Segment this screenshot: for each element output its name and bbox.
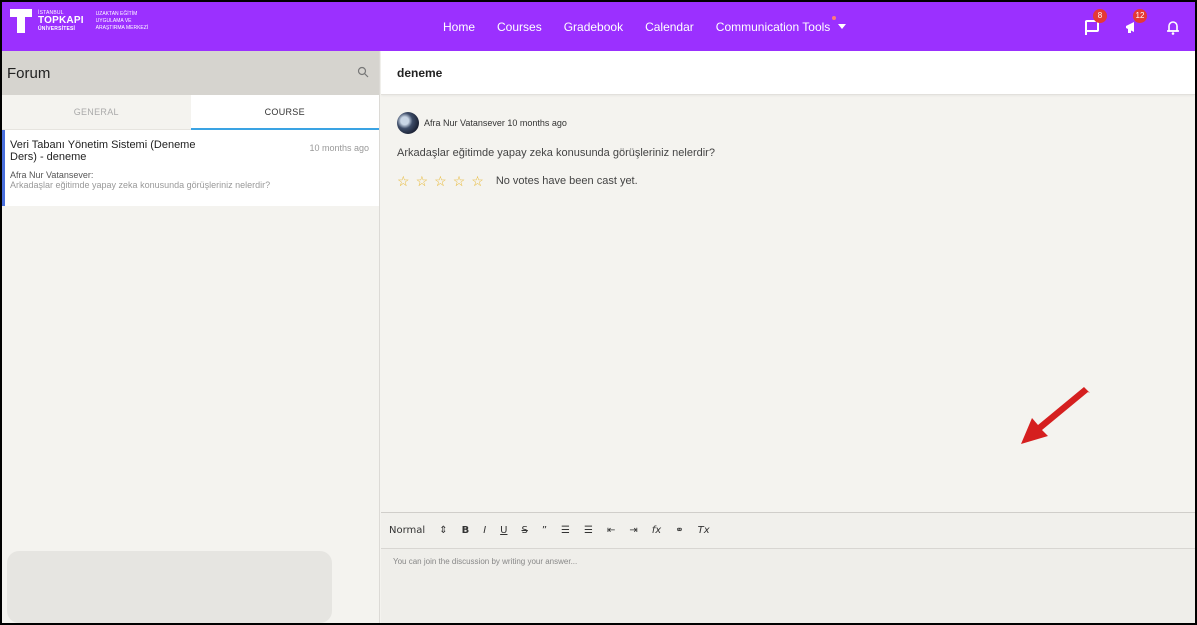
notification-dot [832,15,837,20]
forum-tabs: GENERAL COURSE [2,95,379,130]
announcements-button[interactable]: 12 [1123,8,1147,37]
topic-header: deneme [381,51,1195,95]
tab-general[interactable]: GENERAL [2,95,191,129]
topic-panel: deneme Afra Nur Vatansever 10 months ago… [381,51,1195,623]
logo-name: İSTANBUL TOPKAPI ÜNİVERSİTESİ [38,9,84,32]
star-icon[interactable]: ☆ [471,174,484,188]
format-select-arrow-icon[interactable]: ⇕ [439,525,447,536]
notifications-button[interactable] [1163,17,1185,37]
link-icon[interactable]: ⚭ [675,525,683,536]
bell-icon [1167,20,1179,35]
app-frame: İSTANBUL TOPKAPI ÜNİVERSİTESİ UZAKTAN EĞ… [2,2,1195,623]
ordered-list-icon[interactable]: ☰ [561,525,570,536]
forum-post: Afra Nur Vatansever 10 months ago Arkada… [381,95,1195,188]
post-rating: ☆ ☆ ☆ ☆ ☆ No votes have been cast yet. [397,174,1195,188]
nav-home[interactable]: Home [443,20,475,34]
bold-icon[interactable]: B [462,525,470,536]
announcements-badge: 12 [1133,8,1147,23]
messages-button[interactable]: 8 [1083,8,1107,37]
star-icon[interactable]: ☆ [416,174,429,188]
chevron-down-icon [838,24,847,29]
top-icons: 8 12 [1083,2,1185,51]
nav-communication-tools[interactable]: Communication Tools [715,15,847,34]
avatar[interactable] [397,112,419,134]
reply-input[interactable]: You can join the discussion by writing y… [381,549,1195,574]
thread-list-item[interactable]: Veri Tabanı Yönetim Sistemi (Deneme Ders… [2,130,379,206]
red-arrow-annotation [1021,387,1090,444]
nav-courses[interactable]: Courses [497,20,542,34]
thread-author: Afra Nur Vatansever: [10,170,94,180]
outdent-icon[interactable]: ⇤ [607,525,615,536]
post-meta: Afra Nur Vatansever 10 months ago [397,112,1195,134]
nav-communication-tools-label: Communication Tools [715,19,831,34]
thread-excerpt: Arkadaşlar eğitimde yapay zeka konusunda… [10,180,271,190]
logo-mark-icon [10,9,32,33]
messages-badge: 8 [1093,8,1107,23]
star-icon[interactable]: ☆ [453,174,466,188]
star-icon[interactable]: ☆ [397,174,410,188]
top-navbar: İSTANBUL TOPKAPI ÜNİVERSİTESİ UZAKTAN EĞ… [2,2,1195,51]
thread-time: 10 months ago [309,143,369,153]
underline-icon[interactable]: U [500,525,507,536]
italic-icon[interactable]: I [483,525,486,536]
strikethrough-icon[interactable]: S [521,525,527,536]
nav-gradebook[interactable]: Gradebook [564,20,623,34]
indent-icon[interactable]: ⇥ [629,525,637,536]
format-select[interactable]: Normal [389,525,425,536]
forum-title: Forum [7,64,51,82]
forum-header: Forum [2,51,379,95]
logo-subtitle: UZAKTAN EĞİTİM UYGULAMA VE ARAŞTIRMA MER… [95,10,149,31]
formula-icon[interactable]: fx [652,525,661,536]
main-nav: Home Courses Gradebook Calendar Communic… [443,2,868,51]
editor-toolbar: Normal ⇕ B I U S ” ☰ ☰ ⇤ ⇥ fx ⚭ Tx [381,513,1195,549]
star-icon[interactable]: ☆ [434,174,447,188]
post-author-time: Afra Nur Vatansever 10 months ago [424,118,567,128]
university-logo[interactable]: İSTANBUL TOPKAPI ÜNİVERSİTESİ UZAKTAN EĞ… [10,9,148,33]
tab-course[interactable]: COURSE [190,95,379,130]
sidebar-bottom-card [7,551,332,623]
topic-title: deneme [397,65,443,80]
thread-title: Veri Tabanı Yönetim Sistemi (Deneme Ders… [10,139,196,163]
forum-sidebar: Forum GENERAL COURSE Veri Tabanı Yönetim… [2,51,380,623]
clear-format-icon[interactable]: Tx [698,525,710,536]
bullet-list-icon[interactable]: ☰ [584,525,593,536]
nav-calendar[interactable]: Calendar [645,20,694,34]
post-text: Arkadaşlar eğitimde yapay zeka konusunda… [397,147,715,159]
rating-status: No votes have been cast yet. [495,175,638,187]
reply-editor: Normal ⇕ B I U S ” ☰ ☰ ⇤ ⇥ fx ⚭ Tx You c… [381,512,1195,623]
search-icon[interactable] [357,66,369,78]
quote-icon[interactable]: ” [542,525,547,536]
